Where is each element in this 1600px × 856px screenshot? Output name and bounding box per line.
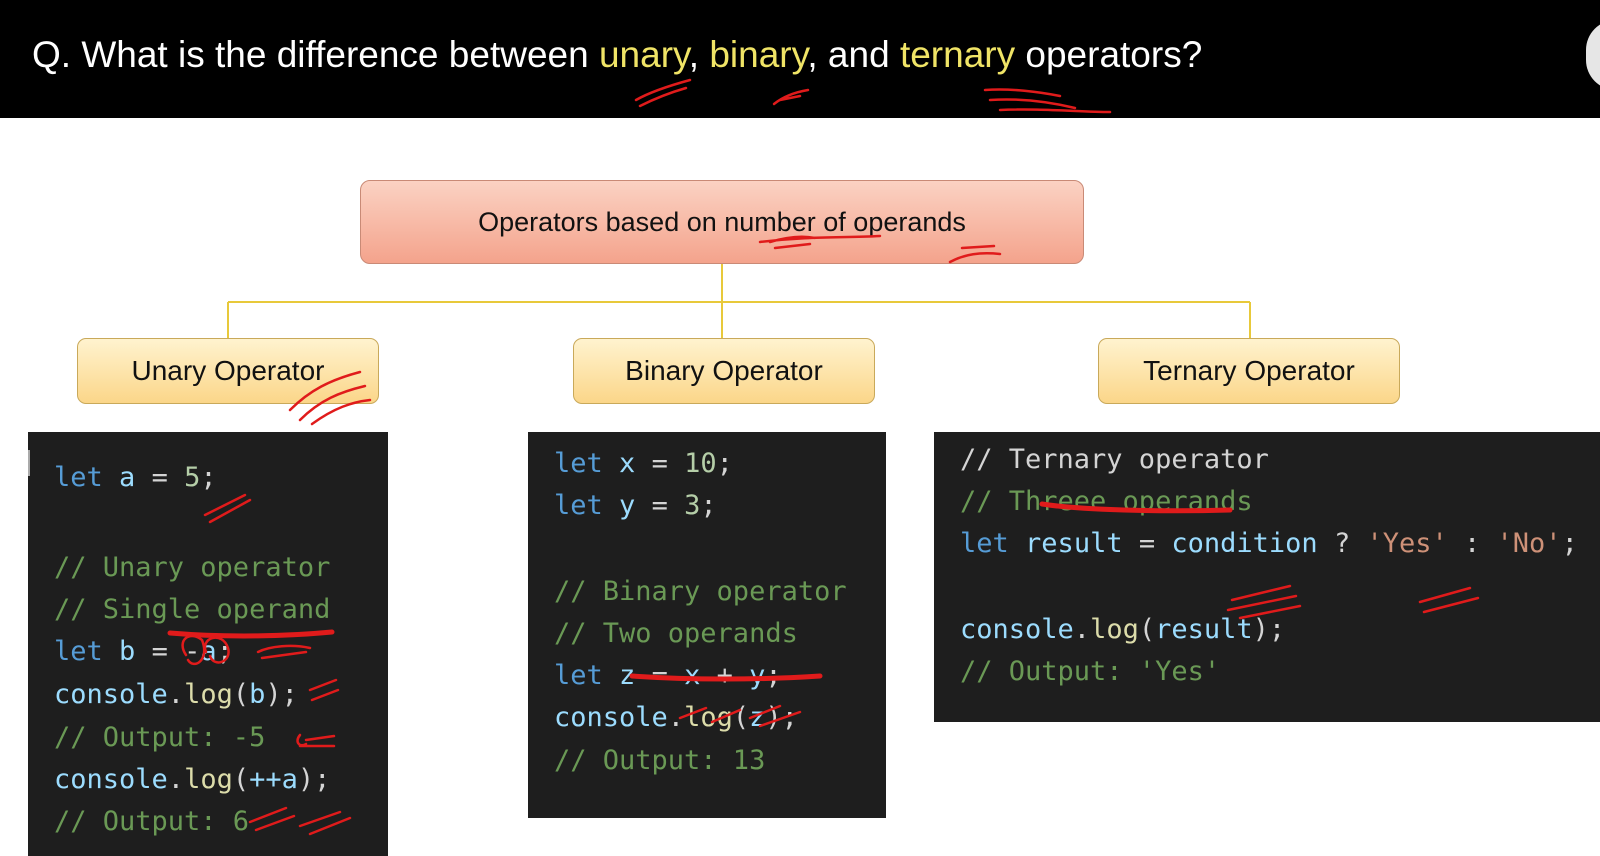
punctuation: ); (765, 702, 798, 733)
punctuation: . (1073, 614, 1091, 645)
identifier: a (200, 636, 217, 667)
code-comment: // Ternary operator (960, 444, 1269, 475)
punctuation: . (667, 702, 685, 733)
keyword: let (960, 528, 1009, 559)
node-ternary-operator: Ternary Operator (1098, 338, 1400, 404)
identifier: console (960, 614, 1074, 645)
operator: = (135, 636, 185, 667)
identifier: x (619, 448, 636, 479)
ternary-colon: : (1447, 528, 1497, 559)
code-line: console.log(result); (960, 614, 1285, 645)
code-line: console.log(b); (54, 679, 298, 710)
identifier: console (54, 764, 168, 795)
identifier: x (684, 660, 701, 691)
number-literal: 10 (684, 448, 717, 479)
number-literal: 5 (184, 462, 201, 493)
punctuation: . (167, 764, 185, 795)
punctuation: ); (1252, 614, 1286, 645)
code-line: let a = 5; (54, 462, 217, 493)
root-node: Operators based on number of operands (360, 180, 1084, 264)
string-literal: 'No' (1496, 528, 1562, 559)
code-comment: // Unary operator (54, 552, 331, 583)
punctuation: . (167, 679, 185, 710)
text-cursor (28, 450, 30, 476)
keyword: let (54, 636, 103, 667)
punctuation: ; (765, 660, 782, 691)
identifier: z (619, 660, 636, 691)
operator: = (635, 660, 685, 691)
punctuation: ( (1138, 614, 1156, 645)
function-name: log (184, 679, 233, 710)
identifier: y (619, 490, 636, 521)
punctuation: ; (216, 636, 233, 667)
code-line: let result = condition ? 'Yes' : 'No'; (960, 528, 1578, 559)
code-comment: // Output: 'Yes' (960, 656, 1221, 687)
identifier: a (119, 462, 136, 493)
identifier: y (749, 660, 766, 691)
punctuation: ; (1561, 528, 1578, 559)
function-name: log (1090, 614, 1139, 645)
unary-minus: - (184, 636, 201, 667)
code-comment: // Output: 6 (54, 806, 250, 837)
code-comment: // Output: 13 (554, 745, 766, 776)
keyword: let (554, 448, 603, 479)
identifier: console (54, 679, 168, 710)
code-line: console.log(++a); (54, 764, 330, 795)
identifier: condition (1171, 528, 1318, 559)
code-panel-unary: let a = 5; // Unary operator // Single o… (28, 432, 388, 856)
number-literal: 3 (684, 490, 701, 521)
punctuation: ); (265, 679, 298, 710)
code-line: console.log(z); (554, 702, 798, 733)
operator: = (635, 490, 685, 521)
code-line: let x = 10; (554, 448, 733, 479)
operator: = (135, 462, 185, 493)
ternary-question: ? (1317, 528, 1367, 559)
identifier: result (1155, 614, 1253, 645)
identifier: ++a (249, 764, 298, 795)
code-line: let z = x + y; (554, 660, 782, 691)
node-binary-operator: Binary Operator (573, 338, 875, 404)
punctuation: ; (200, 462, 217, 493)
code-comment: // Output: -5 (54, 722, 266, 753)
identifier: console (554, 702, 668, 733)
code-panel-ternary: // Ternary operator // Threee operands l… (934, 432, 1600, 722)
punctuation: ( (232, 764, 250, 795)
code-panel-binary: let x = 10; let y = 3; // Binary operato… (528, 432, 886, 818)
string-literal: 'Yes' (1366, 528, 1448, 559)
code-comment: // Threee operands (960, 486, 1253, 517)
identifier: b (119, 636, 136, 667)
binary-plus: + (700, 660, 750, 691)
punctuation: ; (716, 448, 733, 479)
node-unary-operator: Unary Operator (77, 338, 379, 404)
punctuation: ( (732, 702, 750, 733)
code-comment: // Single operand (54, 594, 331, 625)
function-name: log (184, 764, 233, 795)
keyword: let (554, 490, 603, 521)
code-line: let b = -a; (54, 636, 233, 667)
identifier: z (749, 702, 766, 733)
identifier: result (1025, 528, 1123, 559)
keyword: let (54, 462, 103, 493)
punctuation: ( (232, 679, 250, 710)
operator: = (1122, 528, 1172, 559)
punctuation: ); (297, 764, 331, 795)
keyword: let (554, 660, 603, 691)
function-name: log (684, 702, 733, 733)
code-comment: // Two operands (554, 618, 798, 649)
punctuation: ; (700, 490, 717, 521)
code-line: let y = 3; (554, 490, 717, 521)
operator: = (635, 448, 685, 479)
code-comment: // Binary operator (554, 576, 847, 607)
identifier: b (249, 679, 266, 710)
